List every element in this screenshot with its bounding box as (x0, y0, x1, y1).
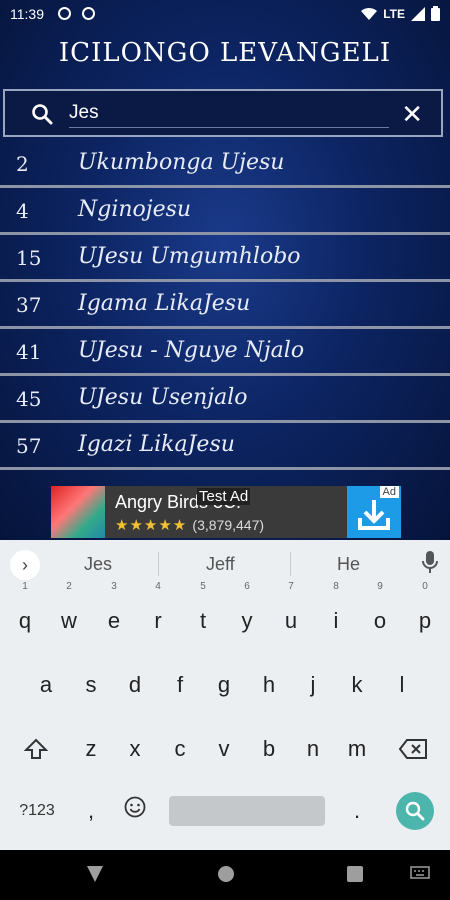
key[interactable]: s (70, 660, 112, 710)
search-icon (405, 801, 425, 821)
song-title: Ukumbonga Ujesu (78, 150, 285, 175)
divider (290, 552, 291, 576)
status-time: 11:39 (10, 6, 44, 22)
song-title: Igazi LikaJesu (78, 432, 235, 457)
key[interactable]: k (336, 660, 378, 710)
list-item[interactable]: 45 UJesu Usenjalo (0, 376, 450, 423)
key-row-2: a s d f g h j k l (0, 660, 450, 710)
backspace-key[interactable] (392, 724, 434, 774)
song-number: 4 (16, 199, 29, 223)
ad-app-icon (51, 486, 105, 538)
song-title: UJesu Umgumhlobo (78, 244, 301, 269)
song-title: Igama LikaJesu (78, 291, 251, 316)
song-title: UJesu Usenjalo (78, 385, 248, 410)
key-row-1: 1q 2w 3e 4r 5t 6y 7u 8i 9o 0p (0, 582, 450, 646)
status-right: LTE (361, 6, 440, 21)
key[interactable]: a (25, 660, 67, 710)
key[interactable]: 9o (359, 582, 401, 646)
keyboard-switch-icon[interactable] (410, 866, 430, 882)
key[interactable]: 5t (182, 582, 224, 646)
key[interactable]: h (248, 660, 290, 710)
song-number: 37 (16, 293, 42, 317)
search-action-key[interactable] (396, 792, 434, 830)
song-number: 41 (16, 340, 42, 364)
list-item[interactable]: 15 UJesu Umgumhlobo (0, 235, 450, 282)
space-key[interactable] (169, 796, 325, 826)
key[interactable]: j (292, 660, 334, 710)
key[interactable]: 8i (315, 582, 357, 646)
song-title: Nginojesu (78, 197, 192, 222)
key[interactable]: g (203, 660, 245, 710)
key[interactable]: v (203, 724, 245, 774)
key[interactable]: b (248, 724, 290, 774)
period-key[interactable]: . (336, 786, 378, 836)
list-item[interactable]: 4 Nginojesu (0, 188, 450, 235)
key[interactable]: 3e (93, 582, 135, 646)
song-number: 15 (16, 246, 42, 270)
key[interactable]: x (114, 724, 156, 774)
list-item[interactable]: 37 Igama LikaJesu (0, 282, 450, 329)
star-icons: ★★★★★ (115, 517, 188, 534)
key[interactable]: 6y (226, 582, 268, 646)
ad-rating: ★★★★★ (3,879,447) (115, 516, 264, 534)
test-ad-badge: Test Ad (197, 488, 251, 505)
key[interactable]: 2w (48, 582, 90, 646)
symbols-key[interactable]: ?123 (14, 786, 60, 836)
emoji-icon (124, 796, 146, 818)
suggestion-item[interactable]: He (337, 554, 360, 575)
song-number: 57 (16, 434, 42, 458)
list-item[interactable]: 41 UJesu - Nguye Njalo (0, 329, 450, 376)
signal-icon (411, 6, 425, 21)
emoji-key[interactable] (114, 786, 156, 836)
key[interactable]: 1q (4, 582, 46, 646)
results-list: 2 Ukumbonga Ujesu 4 Nginojesu 15 UJesu U… (0, 141, 450, 470)
key[interactable]: 4r (137, 582, 179, 646)
song-title: UJesu - Nguye Njalo (78, 338, 305, 363)
key[interactable]: f (159, 660, 201, 710)
expand-suggestions-button[interactable]: › (10, 550, 40, 580)
key[interactable]: d (114, 660, 156, 710)
key-row-3: z x c v b n m (0, 724, 450, 774)
home-icon[interactable] (217, 865, 235, 883)
key[interactable]: 7u (270, 582, 312, 646)
search-bar: ✕ (3, 89, 443, 137)
status-bar: 11:39 LTE (0, 0, 450, 28)
backspace-icon (398, 739, 427, 759)
song-number: 45 (16, 387, 42, 411)
key[interactable]: m (336, 724, 378, 774)
list-item[interactable]: 57 Igazi LikaJesu (0, 423, 450, 470)
divider (158, 552, 159, 576)
notification-icon (58, 7, 71, 20)
recents-icon[interactable] (346, 865, 364, 883)
search-icon (32, 104, 53, 125)
suggestion-item[interactable]: Jeff (206, 554, 235, 575)
key[interactable]: l (381, 660, 423, 710)
microphone-icon[interactable] (422, 550, 438, 574)
app-title: ICILONGO LEVANGELI (58, 38, 392, 68)
shift-key[interactable] (15, 724, 57, 774)
key[interactable]: c (159, 724, 201, 774)
ad-choices-tag[interactable]: Ad (379, 486, 399, 498)
back-icon[interactable] (86, 865, 104, 883)
key[interactable]: 0p (404, 582, 446, 646)
key[interactable]: n (292, 724, 334, 774)
keyboard: › Jes Jeff He 1q 2w 3e 4r 5t 6y 7u 8i 9o… (0, 540, 450, 850)
shift-icon (23, 738, 49, 759)
list-item[interactable]: 2 Ukumbonga Ujesu (0, 141, 450, 188)
battery-icon (431, 6, 440, 21)
ad-review-count: (3,879,447) (192, 517, 265, 533)
clear-search-button[interactable]: ✕ (401, 99, 423, 130)
comma-key[interactable]: , (70, 786, 112, 836)
notification-icon-2 (82, 7, 95, 20)
navigation-bar (0, 850, 450, 900)
song-number: 2 (16, 152, 29, 176)
search-input[interactable] (69, 99, 389, 128)
network-type: LTE (383, 6, 405, 21)
suggestion-item[interactable]: Jes (84, 554, 112, 575)
key[interactable]: z (70, 724, 112, 774)
ad-banner[interactable]: Angry Birds 3C. Test Ad ★★★★★ (3,879,447… (51, 486, 401, 538)
wifi-icon (361, 7, 378, 20)
